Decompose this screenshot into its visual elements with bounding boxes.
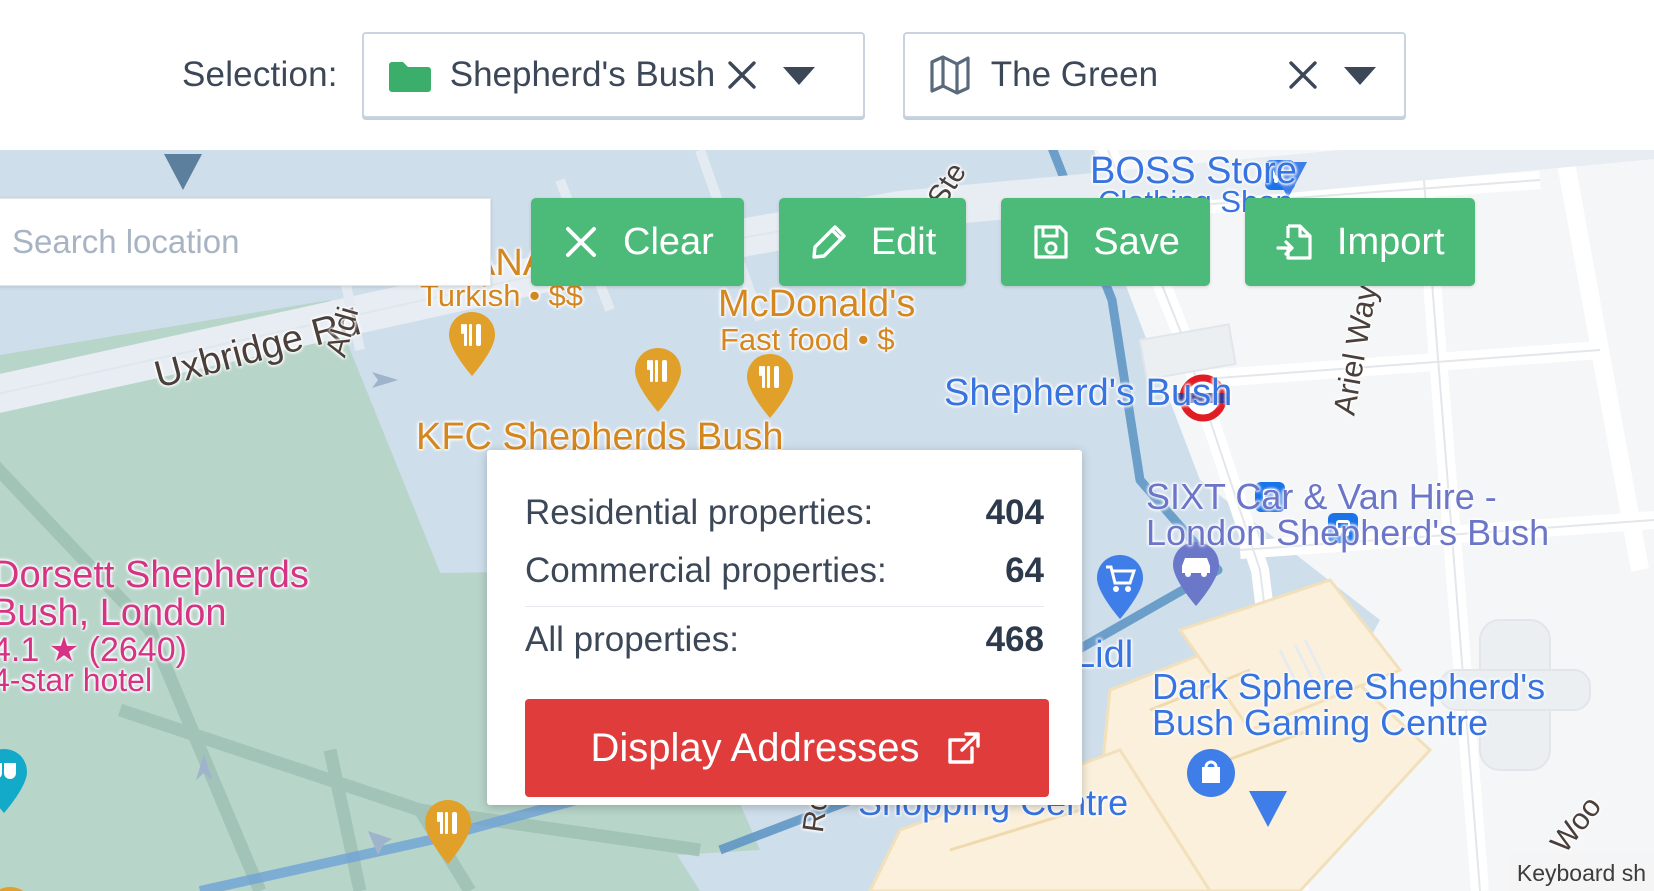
map-icon bbox=[927, 55, 973, 95]
selection-toolbar: Selection: Shepherd's Bush The Green bbox=[0, 0, 1654, 150]
stat-row-residential: Residential properties: 404 bbox=[525, 484, 1044, 542]
display-addresses-label: Display Addresses bbox=[590, 725, 920, 770]
import-file-icon bbox=[1276, 224, 1312, 260]
clear-button[interactable]: Clear bbox=[531, 198, 744, 286]
clear-button-label: Clear bbox=[623, 220, 714, 263]
stat-label-all: All properties: bbox=[525, 620, 739, 659]
panel-divider bbox=[525, 606, 1044, 607]
stat-value-commercial: 64 bbox=[1005, 551, 1044, 590]
selection-chip-map-label: The Green bbox=[990, 55, 1159, 94]
stat-label-commercial: Commercial properties: bbox=[525, 551, 887, 590]
selection-chip-map[interactable]: The Green bbox=[902, 32, 1406, 118]
selection-chip-folder-label: Shepherd's Bush bbox=[449, 55, 716, 94]
import-button-label: Import bbox=[1336, 220, 1445, 263]
pencil-icon bbox=[812, 225, 846, 259]
external-link-icon bbox=[947, 732, 980, 764]
clear-selection-map-icon[interactable] bbox=[1282, 54, 1324, 96]
stat-label-residential: Residential properties: bbox=[525, 493, 874, 532]
close-icon bbox=[566, 227, 596, 257]
display-addresses-button[interactable]: Display Addresses bbox=[525, 699, 1049, 797]
keyboard-shortcuts-attribution[interactable]: Keyboard sh bbox=[1506, 854, 1654, 891]
chevron-down-icon-folder[interactable] bbox=[777, 54, 821, 96]
property-stats-panel: Residential properties: 404 Commercial p… bbox=[487, 450, 1082, 805]
edit-button-label: Edit bbox=[870, 220, 937, 263]
clear-selection-folder-icon[interactable] bbox=[721, 54, 763, 96]
stat-value-all: 468 bbox=[985, 620, 1044, 659]
stat-row-commercial: Commercial properties: 64 bbox=[525, 542, 1044, 600]
selection-label: Selection: bbox=[182, 55, 338, 94]
stat-row-all: All properties: 468 bbox=[525, 611, 1044, 669]
import-button[interactable]: Import bbox=[1244, 198, 1475, 286]
stat-value-residential: 404 bbox=[985, 493, 1044, 532]
map-action-toolbar: Clear Edit Save Import bbox=[531, 198, 1475, 286]
edit-button[interactable]: Edit bbox=[778, 198, 967, 286]
chevron-down-icon-map[interactable] bbox=[1338, 54, 1382, 96]
search-input[interactable] bbox=[12, 223, 490, 261]
search-location-box[interactable] bbox=[0, 198, 491, 286]
floppy-disk-icon bbox=[1034, 225, 1068, 259]
folder-icon bbox=[386, 55, 432, 95]
save-button-label: Save bbox=[1093, 220, 1180, 263]
save-button[interactable]: Save bbox=[1001, 198, 1210, 286]
map-selection-app: Selection: Shepherd's Bush The Green Uxb… bbox=[0, 0, 1654, 891]
selection-chip-folder[interactable]: Shepherd's Bush bbox=[361, 32, 865, 118]
